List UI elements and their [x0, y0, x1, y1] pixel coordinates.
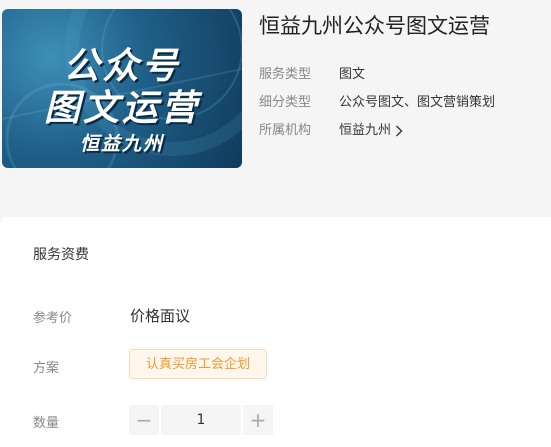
meta-key: 服务类型	[259, 67, 312, 82]
cover-text-brand: 恒益九州	[79, 133, 164, 155]
quantity-stepper: − +	[129, 405, 273, 435]
plan-option-button[interactable]: 认真买房工会企划	[129, 349, 268, 379]
meta-value: 图文	[339, 67, 366, 82]
increment-button[interactable]: +	[243, 405, 273, 435]
meta-row-organization: 所属机构 恒益九州	[259, 119, 403, 138]
cover-text-line2: 图文运营	[43, 88, 200, 129]
decrement-button[interactable]: −	[129, 405, 159, 435]
chevron-right-icon	[396, 125, 403, 136]
pricing-panel: 服务资费 参考价 价格面议 方案 认真买房工会企划 数量 − +	[0, 217, 551, 447]
section-title: 服务资费	[33, 247, 89, 263]
meta-row-subtype: 细分类型 公众号图文、图文营销策划	[259, 91, 495, 110]
service-title: 恒益九州公众号图文运营	[259, 14, 490, 38]
quantity-label: 数量	[33, 416, 60, 431]
price-value: 价格面议	[130, 307, 191, 325]
cover-image: 公众号 图文运营 恒益九州	[2, 9, 242, 168]
plan-label: 方案	[33, 361, 60, 376]
quantity-input[interactable]	[161, 405, 241, 435]
meta-key: 所属机构	[259, 123, 312, 138]
service-header: 公众号 图文运营 恒益九州 恒益九州公众号图文运营 服务类型 图文 细分类型 公众号…	[0, 0, 551, 205]
meta-key: 细分类型	[259, 95, 312, 110]
meta-value: 公众号图文、图文营销策划	[339, 95, 496, 110]
price-label: 参考价	[33, 311, 73, 326]
meta-row-service-type: 服务类型 图文	[259, 63, 365, 82]
organization-name: 恒益九州	[339, 123, 392, 138]
organization-link[interactable]: 恒益九州	[339, 123, 403, 138]
